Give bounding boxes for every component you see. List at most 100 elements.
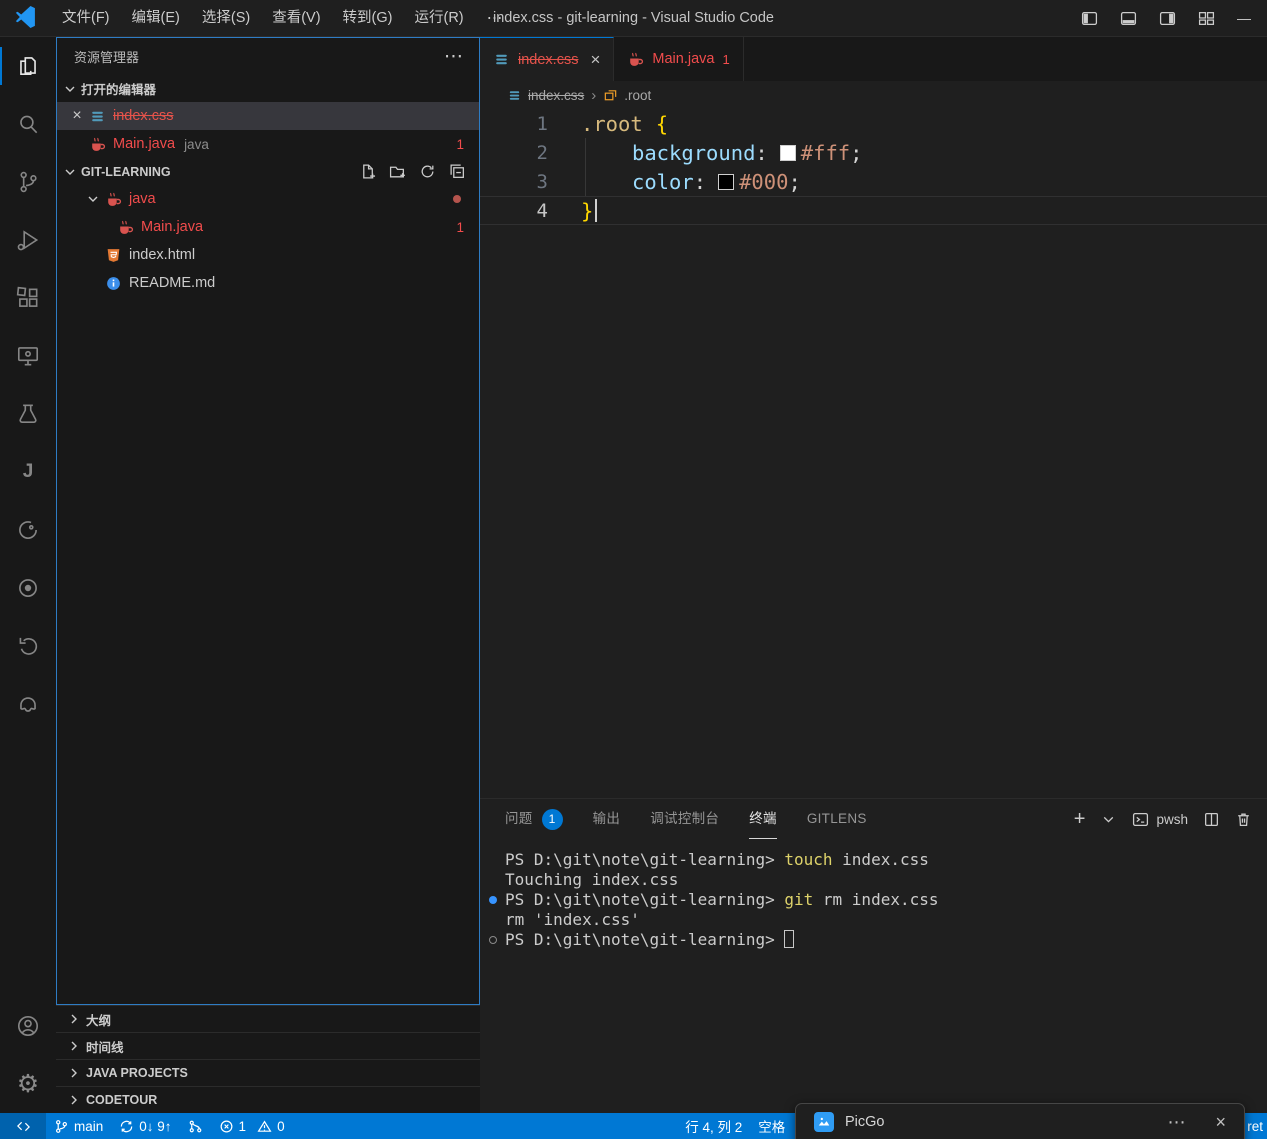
section-label: 大纲 xyxy=(86,1010,111,1029)
tab-indexcss[interactable]: index.css × xyxy=(480,37,614,81)
command-pending-dot-icon[interactable] xyxy=(489,936,497,944)
tree-empty-area[interactable] xyxy=(57,297,479,1004)
menu-view[interactable]: 查看(V) xyxy=(261,6,331,31)
open-editor-item-indexcss[interactable]: × index.css xyxy=(57,102,479,130)
section-timeline[interactable]: 时间线 xyxy=(56,1032,480,1059)
java-file-icon xyxy=(89,136,106,153)
search-icon[interactable] xyxy=(0,95,56,153)
remote-indicator[interactable] xyxy=(0,1113,46,1139)
panel-tab-label: 输出 xyxy=(593,799,621,839)
chevron-right-icon xyxy=(66,1038,82,1054)
record-target-icon[interactable] xyxy=(0,559,56,617)
customize-layout-icon[interactable] xyxy=(1198,10,1215,27)
split-terminal-icon[interactable] xyxy=(1203,811,1220,828)
terminal-instance-pwsh[interactable]: pwsh xyxy=(1132,811,1188,828)
sidebar-title: 资源管理器 xyxy=(74,47,139,66)
view-more-actions-icon[interactable]: ⋯ xyxy=(444,45,463,68)
collapse-all-icon[interactable] xyxy=(449,163,466,180)
menu-selection[interactable]: 选择(S) xyxy=(191,6,261,31)
extensions-icon[interactable] xyxy=(0,269,56,327)
terminal-line: PS D:\git\note\git-learning> touch index… xyxy=(480,850,1267,870)
command-success-dot-icon[interactable] xyxy=(489,896,497,904)
remote-explorer-icon[interactable] xyxy=(0,327,56,385)
panel-tab-label: GITLENS xyxy=(807,799,867,839)
symbol-class-icon xyxy=(603,88,618,103)
tree-item-indexhtml[interactable]: index.html xyxy=(57,241,479,269)
settings-gear-icon[interactable]: ⚙ xyxy=(0,1055,56,1113)
run-debug-icon[interactable] xyxy=(0,211,56,269)
open-editors-header[interactable]: 打开的编辑器 xyxy=(57,75,479,102)
close-icon[interactable]: × xyxy=(590,50,600,70)
color-swatch-black[interactable] xyxy=(718,174,734,190)
terminal-output[interactable]: PS D:\git\note\git-learning> touch index… xyxy=(480,839,1267,1113)
chevron-right-icon xyxy=(66,1092,82,1108)
folder-name: java xyxy=(129,191,156,207)
tree-item-mainjava[interactable]: Main.java 1 xyxy=(57,213,479,241)
css-file-icon xyxy=(89,108,106,125)
line-number: 3 xyxy=(480,171,548,193)
account-icon[interactable] xyxy=(0,997,56,1055)
toast-more-icon[interactable]: ⋯ xyxy=(1167,1112,1185,1133)
terminal-args: rm index.css xyxy=(813,890,938,909)
semicolon-token: ; xyxy=(850,141,862,165)
error-icon xyxy=(219,1119,234,1134)
sync-status[interactable]: 0↓ 9↑ xyxy=(111,1113,179,1139)
color-swatch-white[interactable] xyxy=(780,145,796,161)
panel-tab-gitlens[interactable]: GITLENS xyxy=(807,799,867,839)
git-branch-status[interactable]: main xyxy=(46,1113,111,1139)
cursor-position-status[interactable]: 行 4, 列 2 xyxy=(677,1113,750,1139)
breadcrumb-file[interactable]: index.css xyxy=(528,88,584,103)
project-section-header[interactable]: GIT-LEARNING xyxy=(57,158,479,185)
git-graph-status[interactable] xyxy=(180,1113,211,1139)
new-folder-icon[interactable] xyxy=(389,163,406,180)
minimize-icon[interactable]: — xyxy=(1237,10,1251,26)
info-file-icon xyxy=(105,275,122,292)
toggle-panel-icon[interactable] xyxy=(1120,10,1137,27)
menu-more-icon[interactable]: ⋯ xyxy=(475,8,515,28)
menu-run[interactable]: 运行(R) xyxy=(403,6,474,31)
tab-mainjava[interactable]: Main.java 1 xyxy=(614,37,743,81)
open-editor-item-mainjava[interactable]: Main.java java 1 xyxy=(57,130,479,158)
project-name-label: GIT-LEARNING xyxy=(81,165,171,179)
close-icon[interactable]: × xyxy=(65,107,89,125)
section-outline[interactable]: 大纲 xyxy=(56,1005,480,1032)
new-terminal-icon[interactable]: + xyxy=(1074,809,1086,829)
java-file-icon xyxy=(627,51,644,68)
docker-icon[interactable] xyxy=(0,675,56,733)
terminal-dropdown-chevron-icon[interactable] xyxy=(1100,811,1117,828)
section-java-projects[interactable]: JAVA PROJECTS xyxy=(56,1059,480,1086)
menu-file[interactable]: 文件(F) xyxy=(51,6,121,31)
panel-tab-label: 问题 xyxy=(505,799,533,839)
git-graph-icon xyxy=(188,1119,203,1134)
code-line-3: 3 color:#000; xyxy=(480,167,1267,196)
panel-tab-output[interactable]: 输出 xyxy=(593,799,621,839)
error-count: 1 xyxy=(239,1119,247,1134)
menu-edit[interactable]: 编辑(E) xyxy=(121,6,191,31)
history-undo-icon[interactable] xyxy=(0,617,56,675)
panel-tab-debug-console[interactable]: 调试控制台 xyxy=(650,799,719,839)
panel-tab-terminal[interactable]: 终端 xyxy=(749,799,777,839)
code-editor[interactable]: 1 .root{ 2 background:#fff; 3 color:#000… xyxy=(480,109,1267,798)
panel-tab-problems[interactable]: 问题 1 xyxy=(505,799,563,839)
toggle-sidebar-icon[interactable] xyxy=(1081,10,1098,27)
gradle-icon[interactable] xyxy=(0,501,56,559)
new-file-icon[interactable] xyxy=(359,163,376,180)
breadcrumb-symbol[interactable]: .root xyxy=(624,88,651,103)
panel-tab-label: 调试控制台 xyxy=(650,799,719,839)
tree-item-readme[interactable]: README.md xyxy=(57,269,479,297)
toast-close-icon[interactable]: × xyxy=(1215,1112,1226,1133)
explorer-icon[interactable] xyxy=(0,37,56,95)
warning-icon xyxy=(257,1119,272,1134)
refresh-icon[interactable] xyxy=(419,163,436,180)
indentation-status[interactable]: 空格 xyxy=(750,1113,793,1139)
java-folder-icon xyxy=(105,191,122,208)
testing-icon[interactable] xyxy=(0,385,56,443)
java-extension-icon[interactable]: J xyxy=(0,443,56,501)
menu-goto[interactable]: 转到(G) xyxy=(332,6,404,31)
source-control-icon[interactable] xyxy=(0,153,56,211)
section-codetour[interactable]: CODETOUR xyxy=(56,1086,480,1113)
tree-item-java-folder[interactable]: java xyxy=(57,185,479,213)
kill-terminal-trash-icon[interactable] xyxy=(1235,811,1252,828)
problems-status[interactable]: 1 0 xyxy=(211,1113,293,1139)
toggle-secondary-sidebar-icon[interactable] xyxy=(1159,10,1176,27)
